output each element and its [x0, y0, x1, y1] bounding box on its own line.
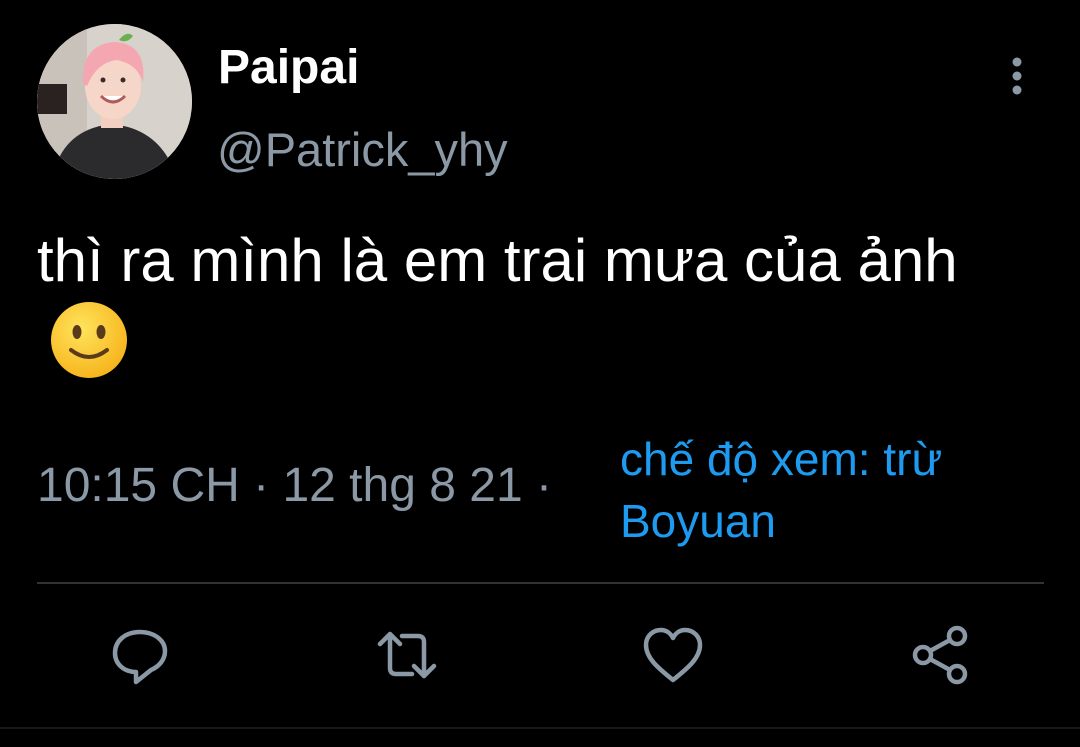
like-icon[interactable] [638, 620, 708, 690]
slightly-smiling-face-icon [49, 300, 129, 380]
divider [37, 582, 1044, 584]
tweet-text-content: thì ra mình là em trai mưa của ảnh [37, 227, 958, 294]
avatar[interactable] [37, 24, 192, 179]
tweet-timestamp[interactable]: 10:15 CH · 12 thg 8 21 · [37, 456, 552, 516]
tweet: Paipai @Patrick_yhy thì ra mình là em tr… [0, 0, 1080, 747]
author-handle[interactable]: @Patrick_yhy [217, 122, 508, 178]
tweet-meta: 10:15 CH · 12 thg 8 21 · chế độ xem: trừ… [37, 428, 1047, 558]
reply-icon[interactable] [105, 620, 175, 690]
author-display-name[interactable]: Paipai [218, 40, 359, 96]
tweet-source-link[interactable]: chế độ xem: trừ Boyuan [620, 428, 1040, 552]
more-vertical-icon[interactable] [1001, 54, 1033, 98]
action-bar [0, 620, 1080, 690]
share-icon[interactable] [905, 620, 975, 690]
tweet-text: thì ra mình là em trai mưa của ảnh [37, 222, 1037, 381]
retweet-icon[interactable] [372, 620, 442, 690]
bottom-divider [0, 727, 1080, 729]
